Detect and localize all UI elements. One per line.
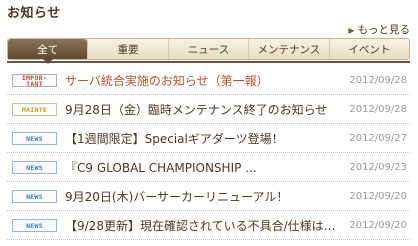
- news-headline[interactable]: サーバ統合実施のお知らせ（第一報）: [65, 72, 337, 89]
- news-item[interactable]: MAINTE 9月28日（金）臨時メンテナンス終了のお知らせ 2012/09/2…: [7, 95, 410, 124]
- news-headline[interactable]: 9月20日(木)バーサーカーリニューアル！: [65, 188, 337, 205]
- more-link-label: もっと見る: [357, 24, 411, 36]
- more-link[interactable]: ▶ もっと見る: [348, 22, 410, 37]
- news-headline[interactable]: 【9/28更新】現在確認されている不具合/仕様はこ...: [65, 217, 337, 234]
- news-badge-icon: NEWS: [12, 161, 57, 174]
- tab-event[interactable]: イベント: [328, 39, 409, 59]
- news-badge-icon: NEWS: [12, 190, 57, 203]
- news-date: 2012/09/28: [349, 104, 407, 115]
- news-item[interactable]: NEWS 『C9 GLOBAL CHAMPIONSHIP ... 2012/09…: [7, 153, 410, 182]
- tab-maintenance[interactable]: メンテナンス: [248, 39, 328, 59]
- news-item[interactable]: NEWS 【9/28更新】現在確認されている不具合/仕様はこ... 2012/0…: [7, 211, 410, 240]
- news-headline[interactable]: 『C9 GLOBAL CHAMPIONSHIP ...: [65, 159, 337, 176]
- tab-important[interactable]: 重要: [87, 39, 167, 59]
- tab-all[interactable]: 全て: [8, 39, 88, 64]
- news-item[interactable]: NEWS 【1週間限定】Specialギアダーツ登場！ 2012/09/27: [7, 124, 410, 153]
- news-date: 2012/09/20: [349, 220, 407, 231]
- mainte-badge-icon: MAINTE: [12, 103, 57, 116]
- news-date: 2012/09/27: [349, 133, 407, 144]
- news-item[interactable]: NEWS 9月20日(木)バーサーカーリニューアル！ 2012/09/20: [7, 182, 410, 211]
- category-tabs: 全て 重要 ニュース メンテナンス イベント: [7, 38, 410, 64]
- news-date: 2012/09/28: [349, 75, 407, 86]
- tab-underline: [7, 61, 410, 63]
- news-item[interactable]: IMPOR- TANT サーバ統合実施のお知らせ（第一報） 2012/09/28: [7, 66, 410, 95]
- news-badge-icon: NEWS: [12, 219, 57, 232]
- important-badge-icon: IMPOR- TANT: [12, 74, 57, 87]
- triangle-right-icon: ▶: [348, 26, 355, 35]
- tab-news[interactable]: ニュース: [167, 39, 248, 59]
- news-headline[interactable]: 【1週間限定】Specialギアダーツ登場！: [65, 130, 337, 147]
- news-headline[interactable]: 9月28日（金）臨時メンテナンス終了のお知らせ: [65, 101, 337, 118]
- news-badge-icon: NEWS: [12, 132, 57, 145]
- page-title: お知らせ: [7, 6, 61, 21]
- news-date: 2012/09/23: [349, 162, 407, 173]
- news-list: IMPOR- TANT サーバ統合実施のお知らせ（第一報） 2012/09/28…: [7, 66, 410, 240]
- badge-label-bottom: TANT: [26, 79, 43, 88]
- news-date: 2012/09/20: [349, 191, 407, 202]
